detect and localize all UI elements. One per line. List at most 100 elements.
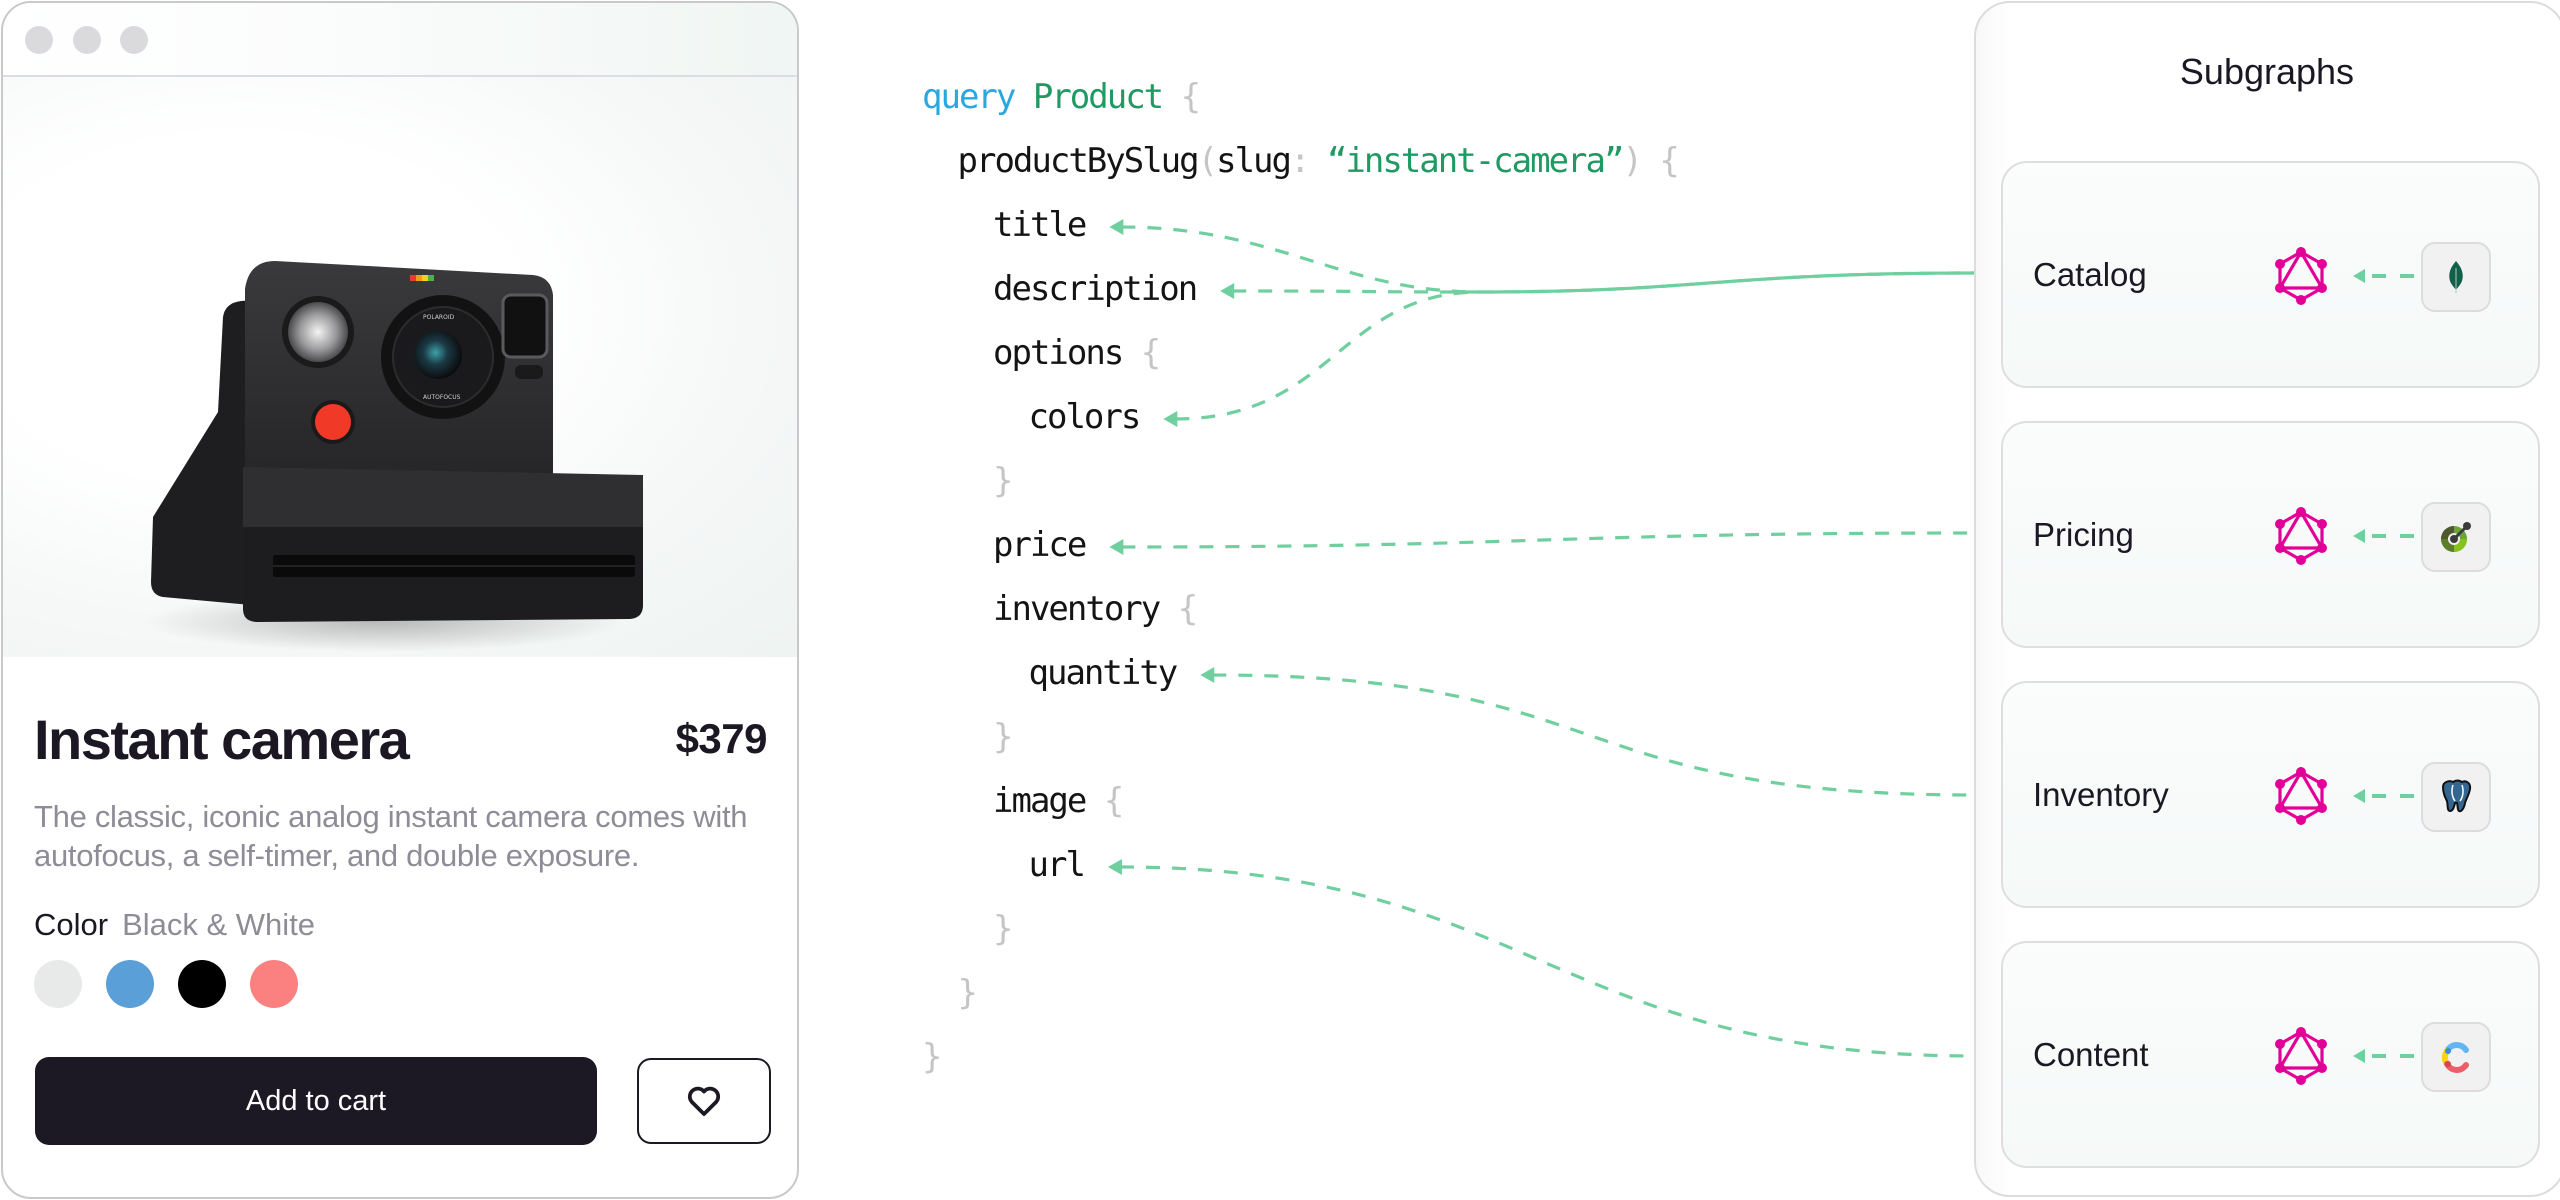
source-badge xyxy=(2421,762,2491,832)
query-field-description: description xyxy=(993,269,1198,309)
color-swatch-blue[interactable] xyxy=(106,960,154,1008)
subgraphs-title: Subgraphs xyxy=(2179,51,2355,92)
query-line: price xyxy=(993,525,1087,565)
window-maximize-dot[interactable] xyxy=(120,26,148,54)
query-field-title: title xyxy=(993,205,1087,245)
favorite-button[interactable] xyxy=(637,1058,771,1144)
query-line: productBySlug(slug: “instant-camera”) { xyxy=(957,141,1680,181)
query-line: options { xyxy=(993,333,1161,373)
query-line: } xyxy=(993,909,1014,949)
color-selector-label: Color Black & White xyxy=(34,907,315,943)
product-window: POLAROID AUTOFOCUS Instant camera $379 T… xyxy=(1,1,799,1199)
query-token: } xyxy=(993,461,1014,501)
color-swatch-coral[interactable] xyxy=(250,960,298,1008)
subgraph-name: Pricing xyxy=(2033,515,2134,553)
subgraph-card-inventory[interactable]: Inventory xyxy=(2001,681,2540,908)
connector-url-content xyxy=(1119,865,1975,1058)
query-token: query xyxy=(922,77,1016,117)
query-field-colors: colors xyxy=(1028,397,1142,437)
window-close-dot[interactable] xyxy=(25,26,53,54)
query-line: } xyxy=(993,461,1014,501)
color-swatch-black[interactable] xyxy=(178,960,226,1008)
window-minimize-dot[interactable] xyxy=(73,26,101,54)
add-to-cart-button[interactable]: Add to cart xyxy=(35,1057,597,1145)
product-description: The classic, iconic analog instant camer… xyxy=(34,799,748,873)
source-badge xyxy=(2421,242,2491,312)
graphql-icon xyxy=(2273,246,2329,306)
product-title: Instant camera xyxy=(34,708,410,771)
color-swatches xyxy=(34,960,298,1008)
query-field-image: image xyxy=(993,781,1087,821)
query-line: image { xyxy=(993,781,1124,821)
subgraph-card-content[interactable]: Content xyxy=(2001,941,2540,1168)
query-line: query Product { xyxy=(922,77,1201,117)
query-line: } xyxy=(957,973,979,1013)
subgraphs-panel: Subgraphs Catalog Pricing Inventory Cont… xyxy=(1974,1,2560,1197)
query-field-price: price xyxy=(993,525,1087,565)
query-token: } xyxy=(993,717,1014,757)
connector-description-catalog xyxy=(1232,271,1975,294)
source-badge xyxy=(2421,502,2491,572)
graphql-icon xyxy=(2273,766,2329,826)
query-field-quantity: quantity xyxy=(1028,653,1179,693)
query-token: Product xyxy=(1032,77,1164,117)
query-token: { xyxy=(1085,781,1124,821)
query-line: colors xyxy=(1028,397,1142,437)
postgresql-elephant-icon xyxy=(2441,779,2472,813)
product-price: $379 xyxy=(675,715,768,762)
query-token: : xyxy=(1289,141,1327,181)
query-field-productBySlug: productBySlug xyxy=(957,141,1200,181)
connector-title-catalog xyxy=(1121,225,1975,294)
window-title-bar xyxy=(3,3,797,77)
contentful-icon xyxy=(2441,1042,2469,1073)
query-token xyxy=(1014,77,1032,117)
arrow-left-icon xyxy=(2353,528,2415,544)
query-token: “instant-camera” xyxy=(1326,141,1625,181)
svg-text:POLAROID: POLAROID xyxy=(423,314,455,321)
query-token: { xyxy=(1122,333,1161,373)
selected-color-value: Black & White xyxy=(122,907,316,942)
query-token: ) { xyxy=(1622,141,1679,181)
arrowhead-quantity xyxy=(1200,667,1215,683)
query-line: inventory { xyxy=(993,589,1198,629)
arrow-left-icon xyxy=(2353,1048,2415,1064)
color-swatch-black-white[interactable] xyxy=(34,960,82,1008)
subgraph-name: Content xyxy=(2033,1035,2149,1073)
svg-text:AUTOFOCUS: AUTOFOCUS xyxy=(423,394,461,401)
query-line: url xyxy=(1028,845,1086,885)
subgraph-name: Inventory xyxy=(2033,775,2169,813)
query-line: title xyxy=(993,205,1087,245)
query-token: { xyxy=(1159,589,1198,629)
query-field-url: url xyxy=(1028,845,1086,885)
query-line: } xyxy=(993,717,1014,757)
source-badge xyxy=(2421,1022,2491,1092)
query-field-inventory: inventory xyxy=(993,589,1161,629)
connector-colors-catalog xyxy=(1175,271,1975,421)
graphql-icon xyxy=(2273,1026,2329,1086)
subgraph-card-catalog[interactable]: Catalog xyxy=(2001,161,2540,388)
color-label: Color xyxy=(34,907,109,942)
query-field-slug: slug xyxy=(1216,141,1292,181)
subgraph-card-pricing[interactable]: Pricing xyxy=(2001,421,2540,648)
product-image-area: POLAROID AUTOFOCUS xyxy=(3,77,797,657)
instant-camera-image: POLAROID AUTOFOCUS xyxy=(143,261,643,652)
connector-quantity-inventory xyxy=(1212,673,1975,797)
mongodb-leaf-icon xyxy=(2449,261,2463,293)
query-token: ( xyxy=(1197,141,1219,181)
query-line: } xyxy=(922,1037,943,1077)
graphql-icon xyxy=(2273,506,2329,566)
query-line: description xyxy=(993,269,1198,309)
query-token: } xyxy=(957,973,979,1013)
subgraph-name: Catalog xyxy=(2033,255,2147,293)
heart-icon xyxy=(687,1086,721,1116)
arrow-left-icon xyxy=(2353,788,2415,804)
arrowhead-url xyxy=(1107,859,1122,875)
arrowhead-title xyxy=(1109,219,1124,235)
openapi-icon xyxy=(2441,522,2471,552)
arrowhead-colors xyxy=(1163,411,1178,427)
arrowhead-price xyxy=(1109,539,1124,555)
query-line: quantity xyxy=(1028,653,1179,693)
arrowhead-description xyxy=(1220,283,1235,299)
connector-price-pricing xyxy=(1121,531,1975,549)
arrow-left-icon xyxy=(2353,268,2415,284)
